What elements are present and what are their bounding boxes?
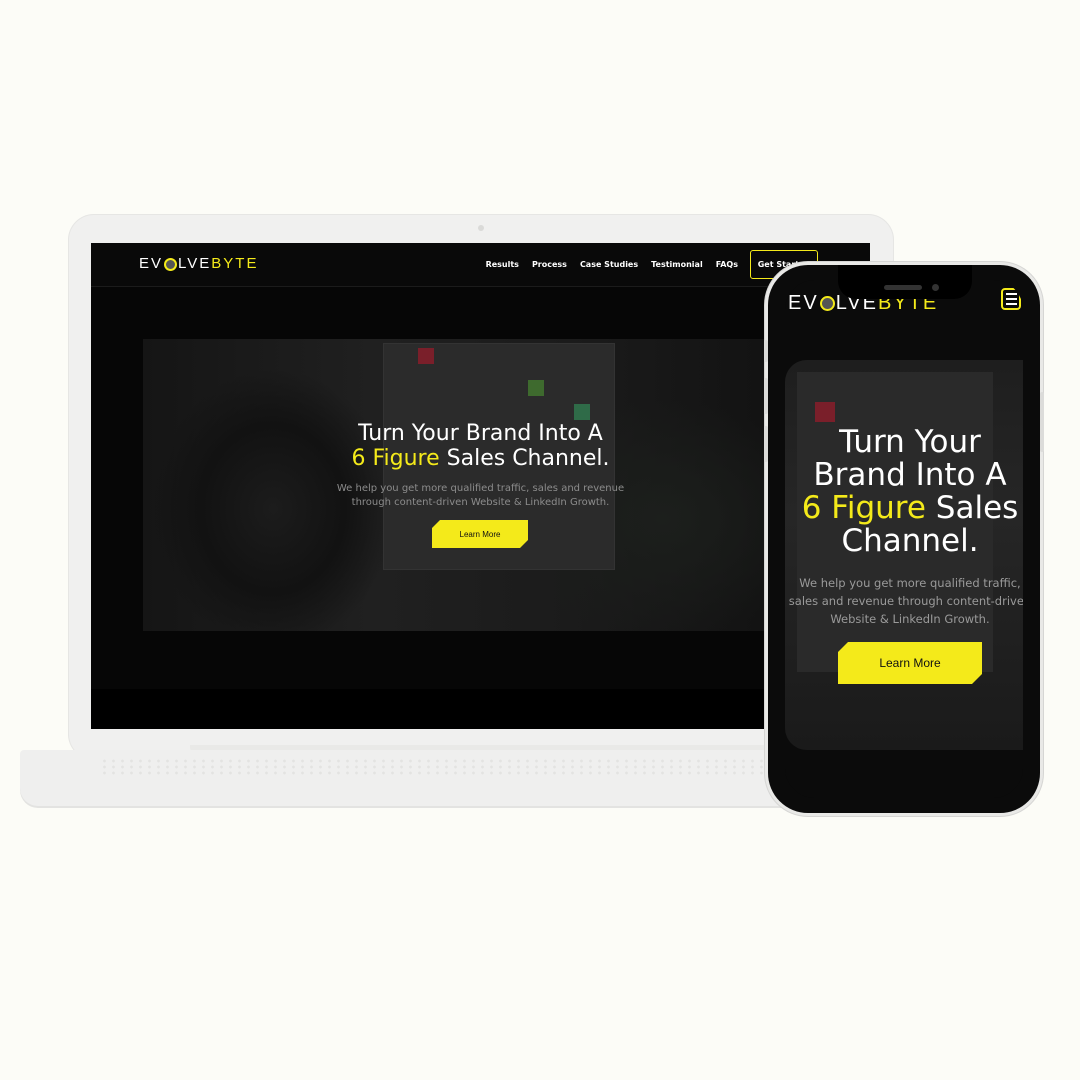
mobile-learn-more-button[interactable]: Learn More bbox=[838, 642, 982, 684]
desktop-navbar: EV LVEBYTE Results Process Case Studies T… bbox=[91, 243, 870, 287]
headline-line: 6 Figure Sales Channel. bbox=[91, 446, 870, 471]
headline-rest: Sales Channel. bbox=[446, 446, 610, 471]
nav-item-testimonial[interactable]: Testimonial bbox=[651, 260, 703, 269]
logo-text: EV bbox=[139, 255, 164, 272]
logo-text: EV bbox=[788, 292, 819, 314]
subtext-line: sales and revenue through content-driven bbox=[788, 594, 1023, 608]
logo-target-icon bbox=[819, 296, 835, 312]
headline-line: Turn Your Brand Into A bbox=[358, 421, 603, 446]
logo-target-icon bbox=[164, 257, 178, 271]
brand-logo[interactable]: EV LVEBYTE bbox=[139, 255, 258, 272]
laptop-screen: EV LVEBYTE Results Process Case Studies T… bbox=[91, 243, 870, 729]
laptop-camera bbox=[478, 225, 484, 231]
laptop-keyboard bbox=[100, 758, 770, 776]
mobile-hero-subtext: We help you get more qualified traffic, … bbox=[785, 574, 1023, 628]
desktop-hero-subtext: We help you get more qualified traffic, … bbox=[325, 482, 636, 510]
nav-item-case-studies[interactable]: Case Studies bbox=[580, 260, 638, 269]
nav-item-faqs[interactable]: FAQs bbox=[716, 260, 738, 269]
desktop-hero-headline: Turn Your Brand Into A 6 Figure Sales Ch… bbox=[91, 421, 870, 471]
nav-item-process[interactable]: Process bbox=[532, 260, 567, 269]
desktop-nav-menu: Results Process Case Studies Testimonial… bbox=[486, 260, 738, 269]
subtext-line: Website & LinkedIn Growth. bbox=[830, 612, 990, 626]
phone-side-button bbox=[764, 378, 768, 414]
headline-highlight: 6 Figure bbox=[351, 446, 440, 471]
hamburger-menu-icon[interactable] bbox=[1001, 288, 1021, 310]
headline-line: 6 Figure Sales bbox=[785, 492, 1023, 525]
sticky-note bbox=[815, 402, 835, 422]
headline-line: Brand Into A bbox=[813, 457, 1007, 493]
sticky-note bbox=[418, 348, 434, 364]
subtext-line: We help you get more qualified traffic, … bbox=[336, 483, 625, 494]
headline-line: Channel. bbox=[841, 523, 979, 559]
headline-rest: Sales bbox=[935, 490, 1019, 526]
subtext-line: We help you get more qualified traffic, bbox=[799, 576, 1021, 590]
nav-item-results[interactable]: Results bbox=[486, 260, 519, 269]
learn-more-button[interactable]: Learn More bbox=[432, 520, 528, 548]
desktop-footer-band bbox=[91, 689, 870, 729]
phone-screen: EV LVEBYTE Turn Your Brand Into A 6 Figur… bbox=[785, 280, 1023, 798]
phone-notch bbox=[838, 265, 972, 299]
phone-speaker bbox=[884, 285, 922, 290]
logo-accent-text: BYTE bbox=[211, 255, 259, 272]
phone-side-button bbox=[764, 340, 768, 362]
sticky-note bbox=[574, 404, 590, 420]
phone-side-button bbox=[764, 426, 768, 462]
sticky-note bbox=[528, 380, 544, 396]
headline-highlight: 6 Figure bbox=[801, 490, 926, 526]
logo-text: LVE bbox=[178, 255, 212, 272]
subtext-line: through content-driven Website & LinkedI… bbox=[351, 497, 610, 508]
phone-camera bbox=[932, 284, 939, 291]
headline-line: Turn Your bbox=[839, 424, 981, 460]
phone-side-button bbox=[1040, 392, 1044, 452]
mobile-hero-headline: Turn Your Brand Into A 6 Figure Sales Ch… bbox=[785, 426, 1023, 558]
